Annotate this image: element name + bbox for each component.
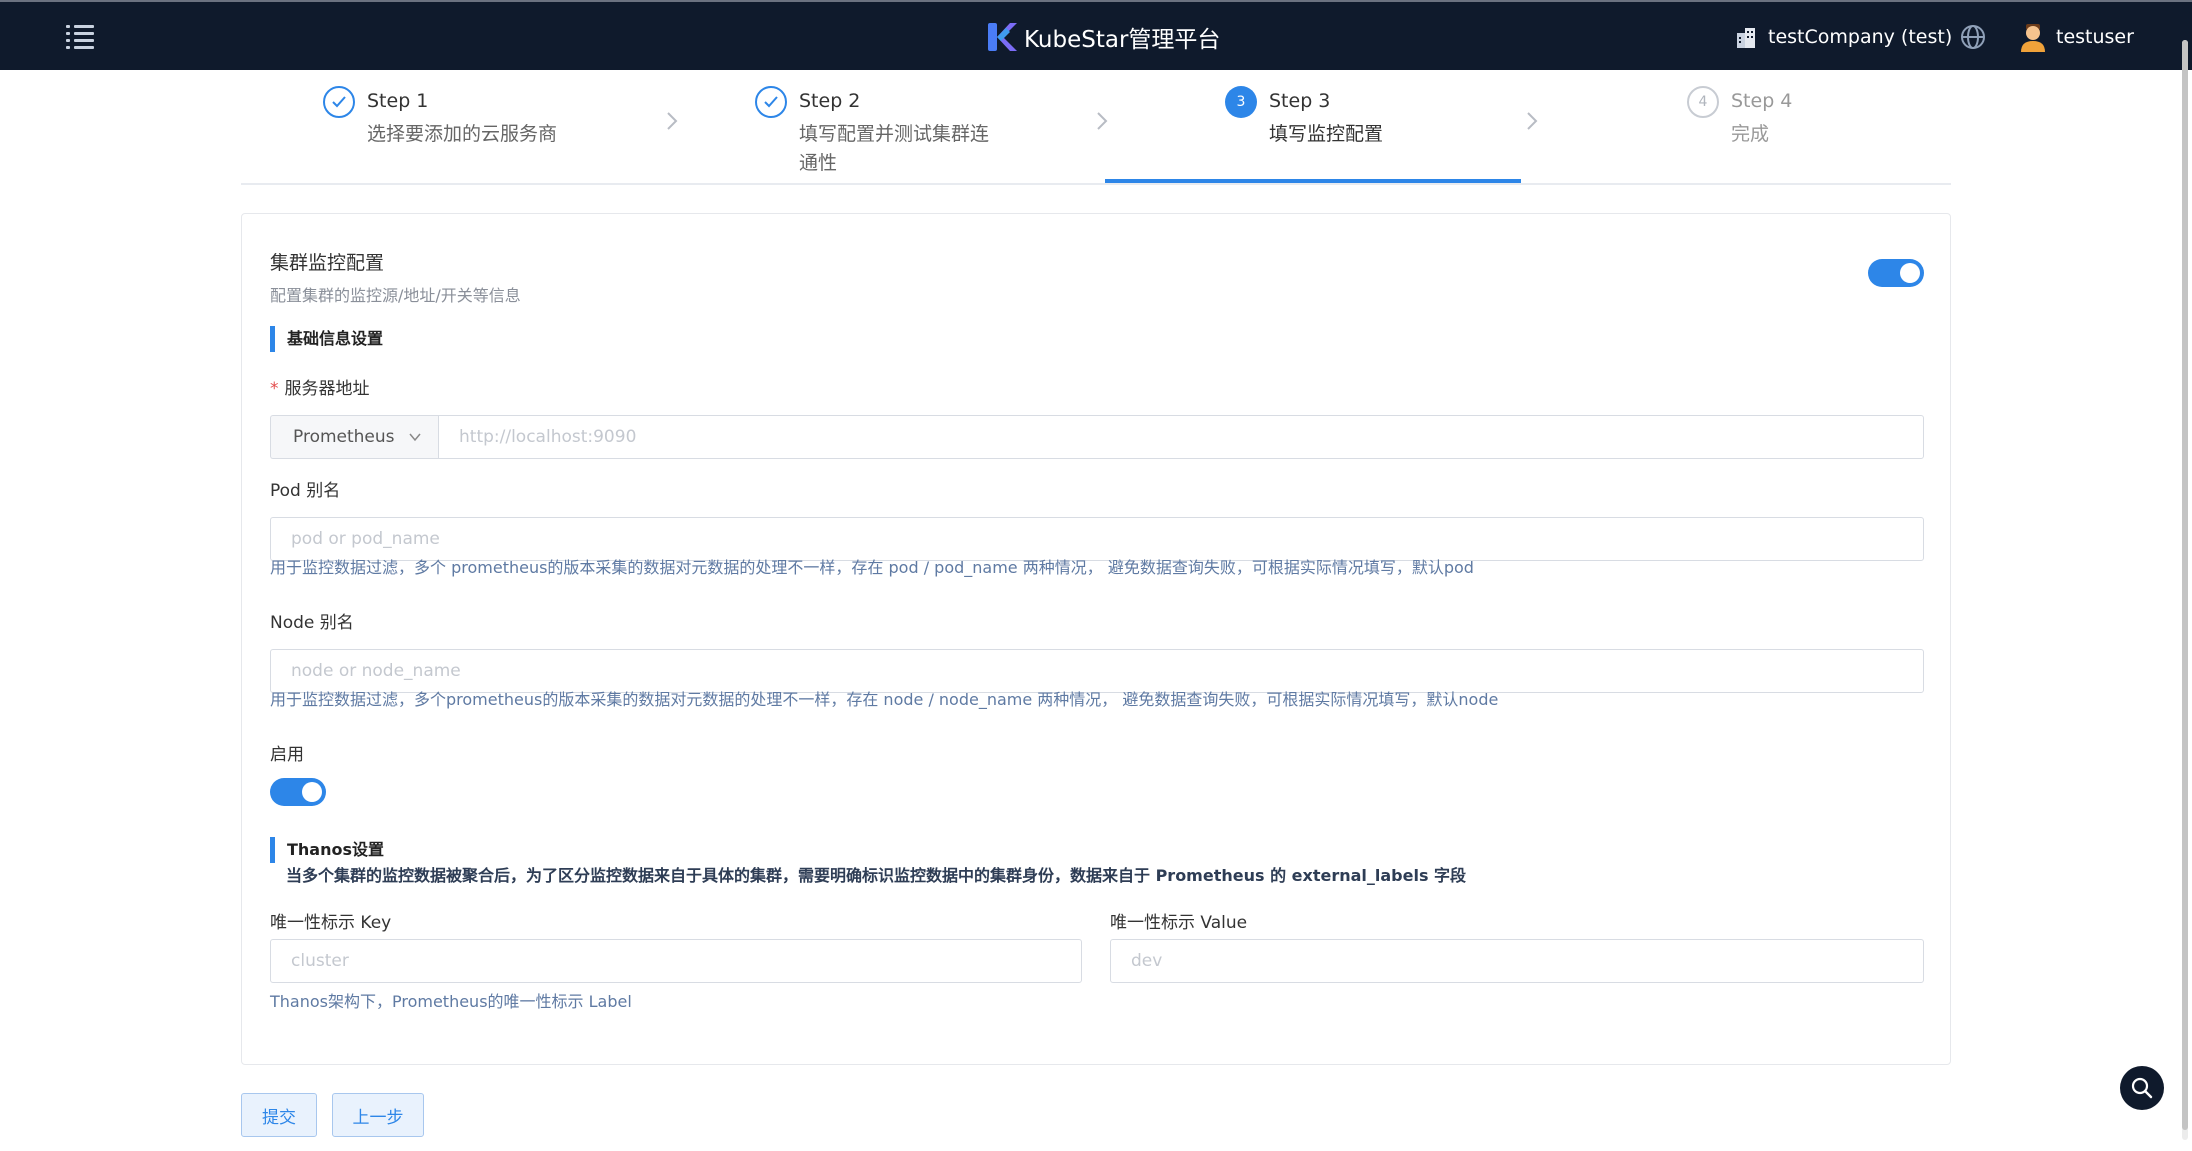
pod-alias-help: 用于监控数据过滤，多个 prometheus的版本采集的数据对元数据的处理不一样… [270, 558, 1474, 577]
card-subtitle: 配置集群的监控源/地址/开关等信息 [270, 286, 521, 305]
enable-toggle[interactable] [270, 778, 326, 806]
chevron-right-icon [667, 112, 678, 130]
chevron-right-icon [1527, 112, 1538, 130]
search-icon [2131, 1077, 2153, 1099]
monitor-enable-toggle[interactable] [1868, 259, 1924, 287]
submit-button[interactable]: 提交 [241, 1093, 317, 1137]
step-number: 3 [1225, 86, 1257, 118]
company-switcher[interactable]: testCompany (test) [1734, 22, 1952, 52]
thanos-description: 当多个集群的监控数据被聚合后，为了区分监控数据来自于具体的集群，需要明确标识监控… [286, 866, 1467, 885]
app-title: KubeStar管理平台 [1024, 27, 1221, 53]
node-alias-help: 用于监控数据过滤，多个prometheus的版本采集的数据对元数据的处理不一样，… [270, 690, 1499, 709]
brand[interactable]: KubeStar管理平台 [986, 20, 1220, 54]
company-name: testCompany (test) [1768, 26, 1953, 48]
check-icon [755, 86, 787, 118]
floating-search-button[interactable] [2120, 1066, 2164, 1110]
user-avatar-icon [2021, 24, 2045, 52]
step-title: Step 4 [1731, 90, 1793, 112]
unique-value-input[interactable]: dev [1110, 939, 1924, 983]
username: testuser [2056, 26, 2134, 48]
server-type-value: Prometheus [293, 427, 395, 447]
server-address-input[interactable]: http://localhost:9090 [438, 415, 1924, 459]
unique-key-label: 唯一性标示 Key [270, 913, 392, 933]
step-title: Step 2 [799, 90, 861, 112]
previous-step-button[interactable]: 上一步 [332, 1093, 424, 1137]
step-description: 完成 [1731, 123, 1770, 145]
pod-alias-label: Pod 别名 [270, 481, 341, 501]
card-title: 集群监控配置 [270, 252, 385, 274]
active-step-indicator [1105, 179, 1521, 183]
user-menu[interactable]: testuser [2020, 20, 2134, 54]
check-icon [323, 86, 355, 118]
step-description: 填写监控配置 [1269, 123, 1384, 145]
kubestar-logo-icon [988, 23, 1017, 51]
menu-list-icon[interactable] [66, 24, 94, 49]
chevron-right-icon [1097, 112, 1108, 130]
step-progress: Step 1 选择要添加的云服务商 Step 2 填写配置并测试集群连通性 3 … [241, 70, 1951, 185]
node-alias-label: Node 别名 [270, 613, 354, 633]
section-title-basic: 基础信息设置 [270, 326, 383, 352]
step-title: Step 3 [1269, 90, 1331, 112]
server-type-select[interactable]: Prometheus [270, 415, 438, 459]
chevron-down-icon [409, 433, 421, 442]
unique-key-help: Thanos架构下，Prometheus的唯一性标示 Label [270, 992, 632, 1011]
scrollbar-thumb[interactable] [2182, 40, 2188, 1130]
step-description: 选择要添加的云服务商 [367, 123, 558, 145]
enable-label: 启用 [270, 745, 304, 765]
step-description: 填写配置并测试集群连通性 [799, 123, 990, 174]
building-icon [1737, 28, 1755, 48]
monitor-config-card: 集群监控配置 配置集群的监控源/地址/开关等信息 基础信息设置 * 服务器地址 P… [241, 213, 1951, 1065]
section-title-thanos: Thanos设置 [270, 837, 384, 863]
unique-key-input[interactable]: cluster [270, 939, 1082, 983]
unique-value-label: 唯一性标示 Value [1110, 913, 1248, 933]
required-mark: * [270, 379, 279, 399]
server-address-label: * 服务器地址 [270, 379, 370, 399]
step-title: Step 1 [367, 90, 429, 112]
top-navigation-bar: KubeStar管理平台 testCompany (test) testuser [0, 0, 2192, 70]
step-number: 4 [1687, 86, 1719, 118]
globe-icon[interactable] [1960, 24, 1986, 50]
